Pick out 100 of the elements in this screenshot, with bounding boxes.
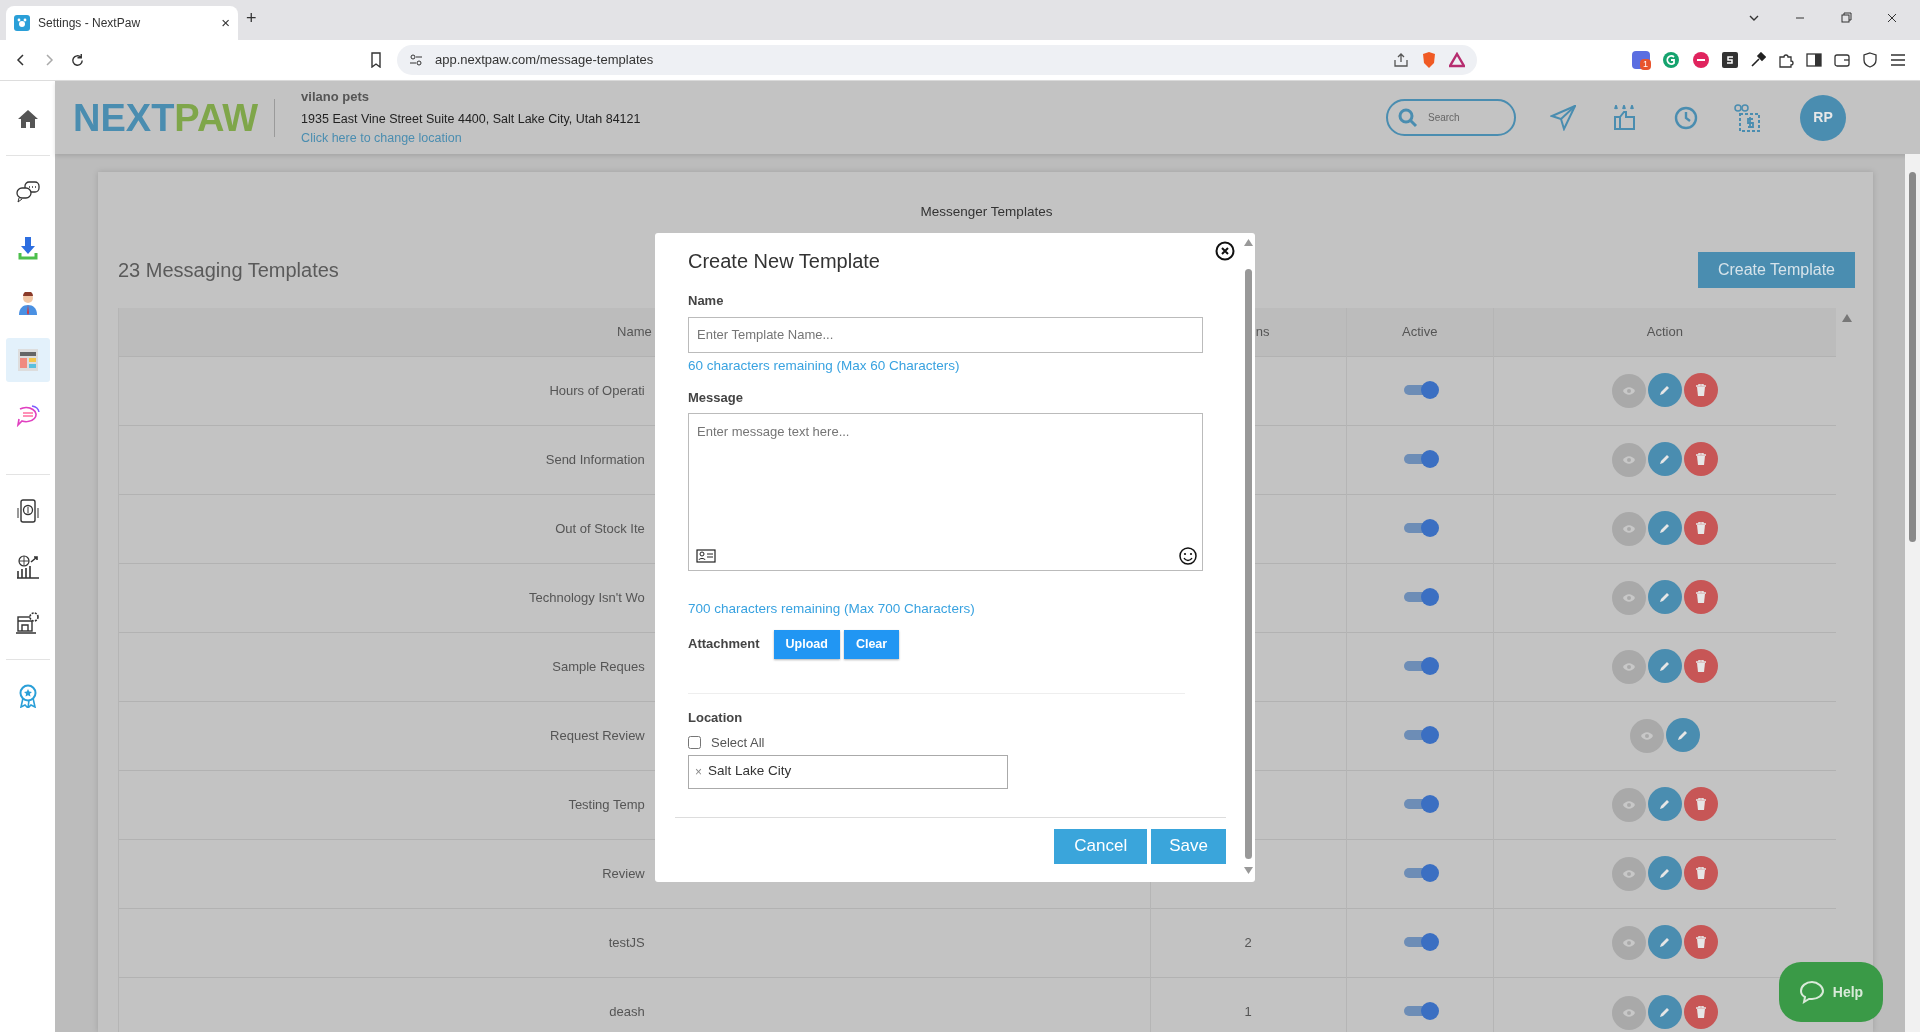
edit-button[interactable] (1647, 787, 1682, 822)
scrollbar[interactable] (1905, 154, 1920, 1032)
templates-count-title: 23 Messaging Templates (118, 258, 339, 284)
delete-button[interactable] (1683, 580, 1718, 615)
column-header: ns (1255, 324, 1270, 340)
eye-icon (1621, 524, 1636, 535)
extension-icon[interactable]: 1 (1632, 51, 1650, 69)
edit-button[interactable] (1647, 994, 1682, 1029)
scroll-up-icon[interactable] (1244, 239, 1253, 246)
paper-plane-icon[interactable] (1550, 104, 1576, 131)
dialog-scrollbar[interactable] (1244, 239, 1252, 874)
trash-icon (1695, 660, 1706, 673)
pencil-icon (1658, 798, 1671, 811)
delete-button[interactable] (1683, 994, 1718, 1029)
trash-icon (1695, 522, 1706, 535)
table-cell: 2 (1244, 935, 1252, 950)
eye-icon (1621, 938, 1636, 949)
pencil-icon (1658, 522, 1671, 535)
search-field[interactable]: Search (1386, 99, 1516, 136)
chat-bubbles-icon (15, 181, 40, 203)
extension-icon[interactable] (1722, 52, 1738, 68)
tab-title: Settings - NextPaw (38, 15, 142, 32)
select-all-checkbox[interactable] (688, 736, 701, 750)
template-layout-icon (16, 348, 39, 372)
upload-button[interactable]: Upload (773, 629, 840, 659)
delete-button[interactable] (1683, 925, 1718, 960)
reload-icon[interactable] (70, 52, 85, 68)
name-label: Name (688, 292, 725, 310)
edit-button[interactable] (1647, 649, 1682, 684)
trash-icon (1695, 936, 1706, 949)
new-tab-button[interactable]: + (246, 5, 257, 32)
edit-button[interactable] (1647, 580, 1682, 615)
wallet-icon[interactable] (1834, 52, 1850, 68)
trash-icon (1695, 867, 1706, 880)
scroll-up-icon[interactable] (1842, 314, 1852, 323)
sidebar-item[interactable] (5, 338, 50, 382)
pencil-icon (1658, 384, 1671, 397)
menu-icon[interactable] (1890, 53, 1906, 67)
share-icon[interactable] (1393, 52, 1409, 68)
eye-icon (1621, 386, 1636, 397)
save-button[interactable]: Save (1151, 828, 1226, 864)
template-name-field[interactable]: Enter Template Name... (688, 316, 1203, 353)
coupon-icon[interactable] (1734, 103, 1760, 132)
remove-location-button[interactable]: × (695, 762, 702, 781)
close-tab-button[interactable]: × (221, 11, 230, 35)
change-location-link[interactable]: Click here to change location (301, 131, 462, 146)
extension-icon[interactable] (1692, 51, 1710, 69)
lion-shield-icon[interactable] (1421, 51, 1437, 69)
edit-button[interactable] (1665, 718, 1700, 753)
delete-button[interactable] (1683, 442, 1718, 477)
eyedropper-icon[interactable] (1750, 52, 1766, 68)
thumbs-up-stars-icon[interactable] (1612, 104, 1638, 131)
edit-button[interactable] (1647, 856, 1682, 891)
location-label: Location (688, 708, 744, 727)
delete-button[interactable] (1683, 511, 1718, 546)
user-avatar[interactable]: RP (1800, 94, 1846, 141)
browser-tab[interactable]: Settings - NextPaw × (6, 6, 238, 40)
delete-button[interactable] (1683, 649, 1718, 684)
delete-button[interactable] (1683, 856, 1718, 891)
edit-button[interactable] (1647, 511, 1682, 546)
puzzle-icon[interactable] (1778, 52, 1794, 68)
bookmark-icon[interactable] (369, 52, 383, 68)
clear-button[interactable]: Clear (843, 629, 900, 659)
template-name: deash (609, 1004, 645, 1020)
close-icon[interactable] (1215, 241, 1235, 261)
delete-button[interactable] (1683, 787, 1718, 822)
close-icon[interactable] (1886, 12, 1898, 24)
clock-icon[interactable] (1674, 105, 1698, 130)
pencil-icon (1658, 936, 1671, 949)
edit-button[interactable] (1647, 442, 1682, 477)
restore-icon[interactable] (1840, 12, 1852, 24)
help-button[interactable]: Help (1779, 962, 1883, 1022)
edit-button[interactable] (1647, 925, 1682, 960)
grammar-icon[interactable] (1662, 51, 1680, 69)
attachment-label: Attachment (688, 635, 760, 654)
template-name: Technology Isn't Wo (529, 590, 645, 605)
template-name: Hours of Operati (549, 383, 645, 398)
edit-button[interactable] (1647, 373, 1682, 408)
triangle-icon[interactable] (1449, 52, 1465, 68)
sidebar-icon[interactable] (1806, 52, 1822, 68)
location-select-field[interactable]: × Salt Lake City (688, 754, 1008, 789)
growth-chart-icon (15, 555, 40, 579)
eye-icon (1621, 593, 1636, 604)
eye-icon (1621, 800, 1636, 811)
shield-icon[interactable] (1862, 52, 1878, 68)
message-character-counter: 700 characters remaining (Max 700 Characters) (688, 600, 976, 619)
template-name: Send Information (545, 452, 645, 467)
trash-icon (1695, 591, 1706, 604)
search-icon (1398, 107, 1418, 128)
contact-card-icon[interactable] (696, 549, 716, 564)
create-template-button[interactable]: Create Template (1697, 252, 1855, 289)
site-settings-icon[interactable] (409, 53, 423, 67)
emoji-icon[interactable] (1179, 547, 1197, 566)
scroll-down-icon[interactable] (1244, 867, 1253, 874)
cancel-button[interactable]: Cancel (1054, 828, 1148, 864)
extension-badge: 1 (1640, 59, 1651, 70)
delete-button[interactable] (1683, 373, 1718, 408)
pencil-icon (1658, 453, 1671, 466)
store-settings-icon (15, 611, 40, 635)
message-field[interactable]: Enter message text here... (688, 413, 1203, 572)
